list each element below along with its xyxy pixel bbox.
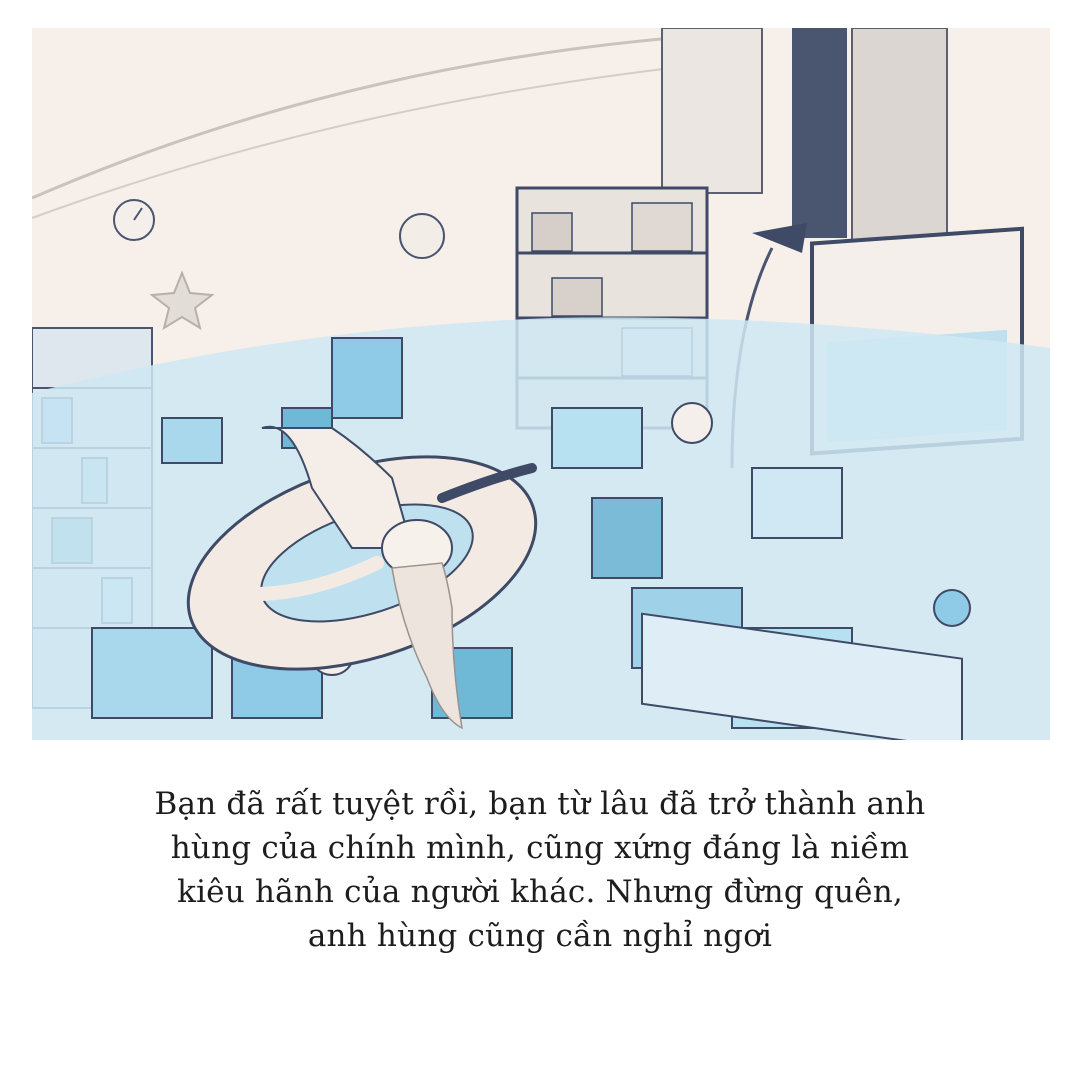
caption-line-2: hùng của chính mình, cũng xứng đáng là n…: [170, 830, 910, 866]
room-illustration: [32, 28, 1050, 740]
flooded-room-artwork: [32, 28, 1050, 740]
caption-line-1: Bạn đã rất tuyệt rồi, bạn từ lâu đã trở …: [154, 786, 926, 822]
caption-text: Bạn đã rất tuyệt rồi, bạn từ lâu đã trở …: [60, 782, 1020, 958]
caption-line-3: kiêu hãnh của người khác. Nhưng đừng quê…: [177, 874, 903, 910]
round-mirror-icon: [399, 213, 445, 259]
page: Bạn đã rất tuyệt rồi, bạn từ lâu đã trở …: [0, 0, 1080, 1080]
caption-line-4: anh hùng cũng cần nghỉ ngơi: [307, 918, 773, 954]
